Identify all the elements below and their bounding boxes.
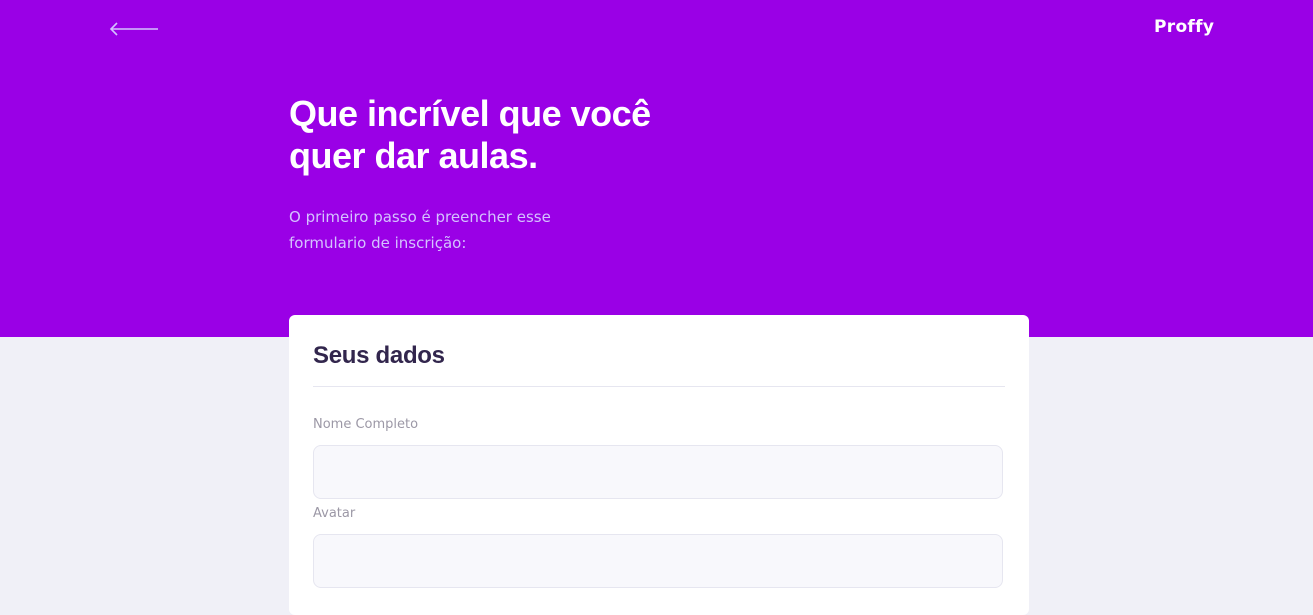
back-button[interactable] xyxy=(108,18,160,40)
page-description: O primeiro passo é preencher esse formul… xyxy=(289,204,589,256)
section-divider xyxy=(313,386,1005,387)
arrow-left-icon xyxy=(108,18,160,40)
page-header: Proffy Que incrível que você quer dar au… xyxy=(0,0,1313,337)
section-title: Seus dados xyxy=(313,342,445,369)
page-description-line-1: O primeiro passo é preencher esse xyxy=(289,208,551,226)
page-title: Que incrível que você quer dar aulas. xyxy=(289,93,689,177)
page-title-line-1: Que incrível que você xyxy=(289,93,651,134)
avatar-label: Avatar xyxy=(313,506,356,521)
proffy-logo: Proffy xyxy=(1154,17,1215,37)
page-description-line-2: formulario de inscrição: xyxy=(289,234,467,252)
registration-form: Seus dados Nome Completo Avatar xyxy=(289,315,1029,615)
full-name-input[interactable] xyxy=(313,445,1003,499)
page-title-line-2: quer dar aulas. xyxy=(289,135,538,176)
avatar-input[interactable] xyxy=(313,534,1003,588)
full-name-label: Nome Completo xyxy=(313,417,419,432)
